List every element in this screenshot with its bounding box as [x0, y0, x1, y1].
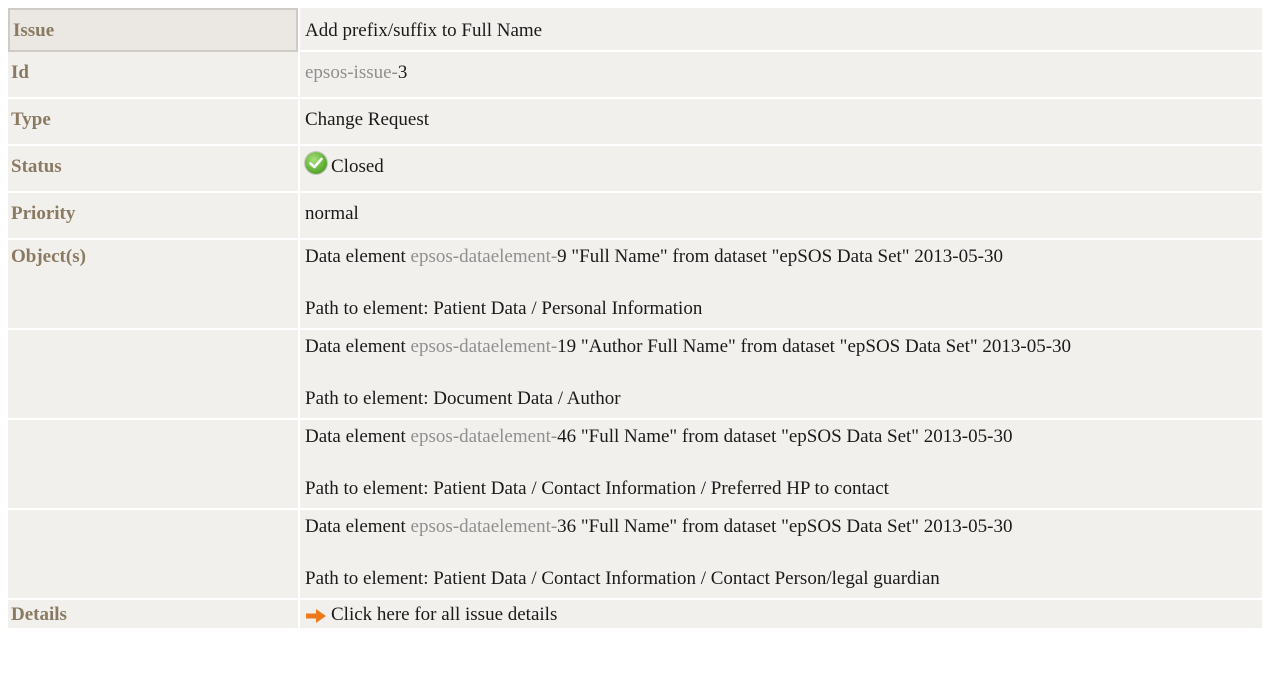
object-pre: Data element: [305, 516, 411, 537]
id-label: Id: [8, 52, 298, 99]
arrow-right-icon: [306, 608, 326, 623]
type-label: Type: [8, 99, 298, 146]
details-value: Click here for all issue details: [298, 600, 1262, 628]
object-ref-prefix: epsos-dataelement-: [410, 336, 558, 357]
issue-row: Issue Add prefix/suffix to Full Name: [8, 8, 1262, 52]
id-row: Id epsos-issue-3: [8, 52, 1262, 99]
object-row: Data element epsos-dataelement-46 "Full …: [8, 420, 1262, 510]
object-row: Object(s) Data element epsos-dataelement…: [8, 240, 1262, 330]
object-path: Path to element: Patient Data / Contact …: [305, 478, 889, 499]
object-pre: Data element: [305, 426, 411, 447]
priority-value: normal: [298, 193, 1262, 240]
object-ref-prefix: epsos-dataelement-: [410, 516, 558, 537]
object-ref-prefix: epsos-dataelement-: [410, 426, 558, 447]
object-post: "Full Name" from dataset "epSOS Data Set…: [576, 426, 1013, 447]
object-item: Data element epsos-dataelement-19 "Autho…: [298, 330, 1262, 420]
object-line: Data element epsos-dataelement-9 "Full N…: [305, 246, 1262, 268]
object-ref-number: 19: [557, 336, 577, 357]
object-post: "Full Name" from dataset "epSOS Data Set…: [576, 516, 1013, 537]
object-line: Data element epsos-dataelement-19 "Autho…: [305, 336, 1262, 358]
details-row: Details Click here for all issue details: [8, 600, 1262, 628]
object-ref-number: 9: [557, 246, 567, 267]
object-path: Path to element: Patient Data / Contact …: [305, 568, 940, 589]
object-row: Data element epsos-dataelement-19 "Autho…: [8, 330, 1262, 420]
object-path: Path to element: Patient Data / Personal…: [305, 298, 703, 319]
status-text: Closed: [331, 156, 384, 177]
issue-table: Issue Add prefix/suffix to Full Name Id …: [8, 8, 1262, 628]
object-post: "Author Full Name" from dataset "epSOS D…: [576, 336, 1072, 357]
id-value: epsos-issue-3: [298, 52, 1262, 99]
objects-label-empty: [8, 330, 298, 420]
priority-label: Priority: [8, 193, 298, 240]
object-line: Data element epsos-dataelement-36 "Full …: [305, 516, 1262, 538]
object-ref-prefix: epsos-dataelement-: [410, 246, 558, 267]
object-row: Data element epsos-dataelement-36 "Full …: [8, 510, 1262, 600]
object-line: Data element epsos-dataelement-46 "Full …: [305, 426, 1262, 448]
object-item: Data element epsos-dataelement-9 "Full N…: [298, 240, 1262, 330]
object-path: Path to element: Document Data / Author: [305, 388, 621, 409]
status-row: Status Closed: [8, 146, 1262, 193]
details-link-text[interactable]: Click here for all issue details: [331, 604, 557, 625]
issue-label: Issue: [8, 8, 298, 52]
issue-title: Add prefix/suffix to Full Name: [298, 8, 1262, 52]
object-ref-number: 36: [557, 516, 577, 537]
objects-label-empty: [8, 510, 298, 600]
object-post: "Full Name" from dataset "epSOS Data Set…: [566, 246, 1003, 267]
id-prefix: epsos-issue-: [305, 62, 398, 83]
id-number: 3: [397, 62, 408, 83]
status-value: Closed: [298, 146, 1262, 193]
priority-row: Priority normal: [8, 193, 1262, 240]
objects-label-empty: [8, 420, 298, 510]
type-value: Change Request: [298, 99, 1262, 146]
object-pre: Data element: [305, 246, 411, 267]
objects-label: Object(s): [8, 240, 298, 330]
check-circle-icon: [305, 152, 327, 174]
details-link[interactable]: Click here for all issue details: [305, 604, 557, 625]
object-pre: Data element: [305, 336, 411, 357]
type-row: Type Change Request: [8, 99, 1262, 146]
details-label: Details: [8, 600, 298, 628]
status-label: Status: [8, 146, 298, 193]
object-ref-number: 46: [557, 426, 577, 447]
issue-panel: Issue Add prefix/suffix to Full Name Id …: [8, 8, 1262, 628]
object-item: Data element epsos-dataelement-46 "Full …: [298, 420, 1262, 510]
object-item: Data element epsos-dataelement-36 "Full …: [298, 510, 1262, 600]
